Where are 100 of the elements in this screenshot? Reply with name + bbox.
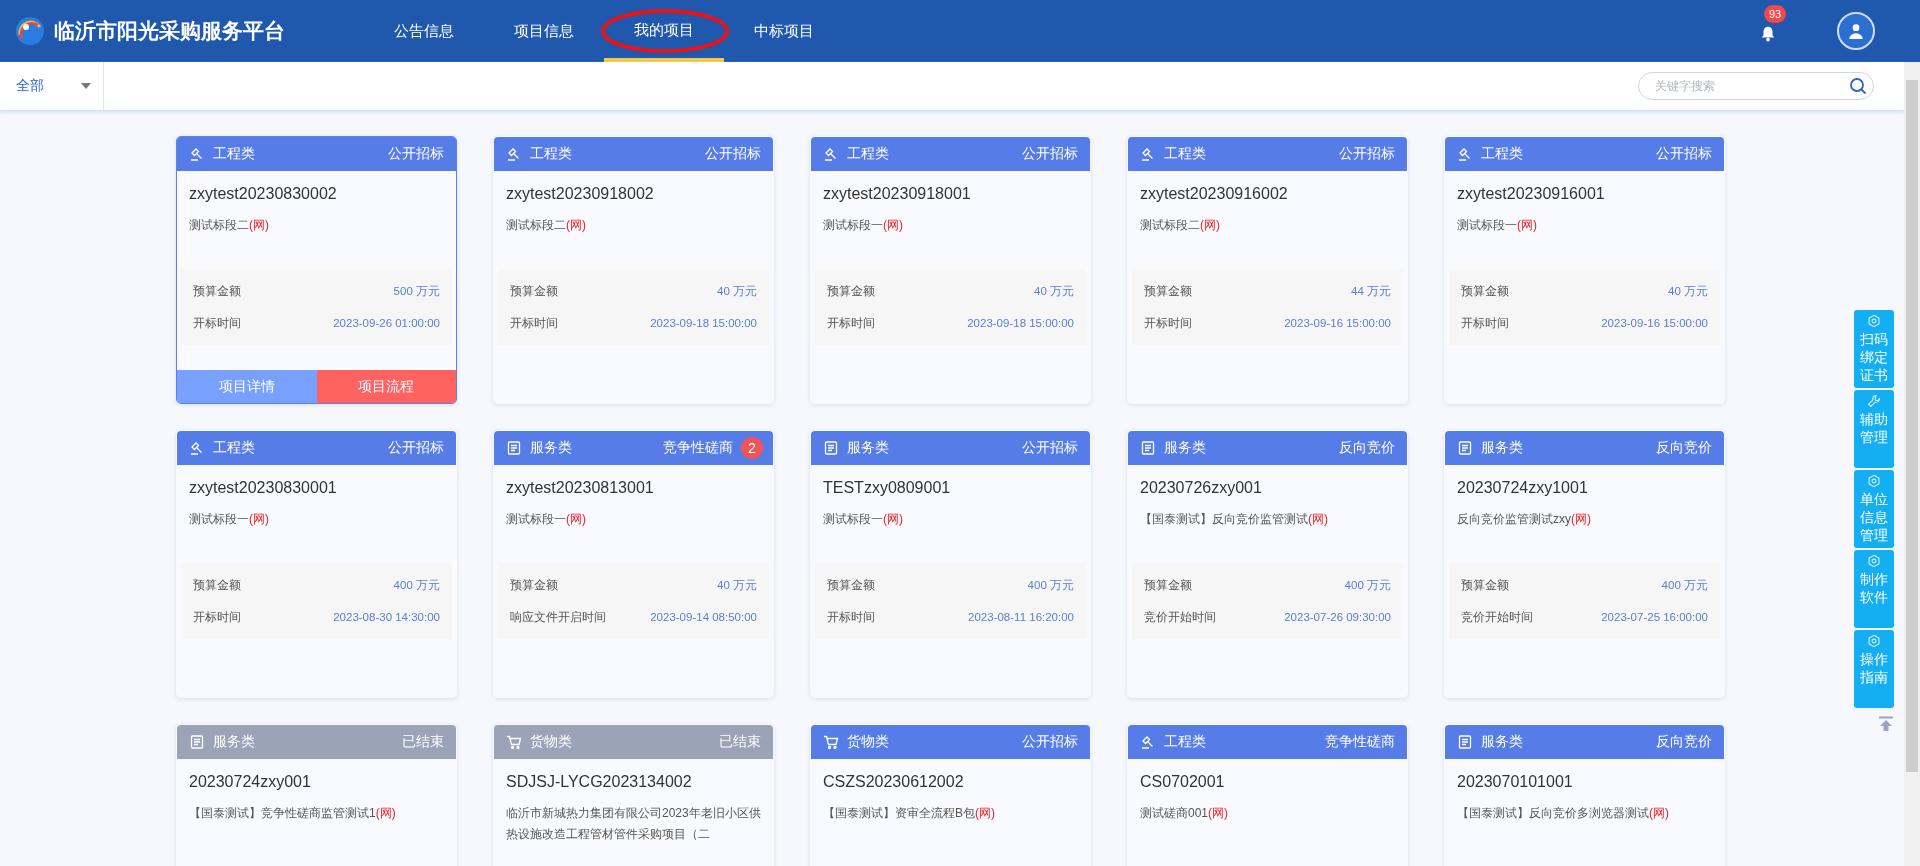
method-label: 公开招标 xyxy=(388,439,444,457)
search-field[interactable]: 关键字搜索 xyxy=(1638,72,1874,100)
project-code: zxytest20230916002 xyxy=(1140,185,1289,203)
field-label: 开标时间 xyxy=(510,315,558,331)
project-card[interactable]: 服务类 公开招标 TESTzxy0809001 测试标段一(网) 预算金额 400 万元 开标时间 2023-08-11 16:20:00 xyxy=(810,430,1091,698)
lot-name: 【国泰测试】反向竞价多浏览器测试(网) xyxy=(1457,806,1669,820)
field-value: 40 万元 xyxy=(1034,283,1074,299)
nav-tab[interactable]: 项目信息 xyxy=(484,0,604,62)
field-label: 竞价开始时间 xyxy=(1144,609,1216,625)
field-label: 开标时间 xyxy=(193,315,241,331)
document-icon xyxy=(1140,440,1156,456)
project-card[interactable]: 工程类 公开招标 zxytest20230918002 测试标段二(网) 预算金额 40 万元 开标时间 2023-09-18 15:00:00 xyxy=(493,136,774,404)
project-code: zxytest20230918001 xyxy=(823,185,972,203)
field-label: 预算金额 xyxy=(827,283,875,299)
lot-name: 【国泰测试】竞争性磋商监管测试1(网) xyxy=(189,806,396,820)
field-value: 2023-08-11 16:20:00 xyxy=(968,611,1074,623)
field-value: 44 万元 xyxy=(1351,283,1391,299)
lot-name: 测试磋商001(网) xyxy=(1140,806,1229,820)
project-code: SDJSJ-LYCG2023134002 xyxy=(506,773,693,791)
project-code: CS0702001 xyxy=(1140,773,1226,791)
field-value: 400 万元 xyxy=(1027,577,1074,593)
lot-name: 【国泰测试】反向竞价监管测试(网) xyxy=(1140,512,1328,526)
method-label: 竞争性磋商 xyxy=(1325,733,1395,751)
field-label: 预算金额 xyxy=(1144,283,1192,299)
search-icon[interactable] xyxy=(1849,77,1867,95)
document-icon xyxy=(1457,440,1473,456)
category-label: 工程类 xyxy=(530,145,572,163)
project-code: zxytest20230813001 xyxy=(506,479,655,497)
category-label: 货物类 xyxy=(530,733,572,751)
project-card[interactable]: 工程类 公开招标 zxytest20230918001 测试标段一(网) 预算金额 40 万元 开标时间 2023-09-18 15:00:00 xyxy=(810,136,1091,404)
gear-icon xyxy=(1867,314,1881,328)
lot-name: 测试标段一(网) xyxy=(189,512,269,526)
method-label: 已结束 xyxy=(402,733,444,751)
project-card[interactable]: 货物类 已结束 SDJSJ-LYCG2023134002 临沂市新城热力集团有限公司2023年老旧小区供热设施改造工程管材管件采购项目（二 xyxy=(493,724,774,866)
scrollbar[interactable] xyxy=(1904,62,1920,866)
field-label: 预算金额 xyxy=(1144,577,1192,593)
field-label: 开标时间 xyxy=(1461,315,1509,331)
project-card[interactable]: 服务类 反向竞价 20230724zxy1001 反向竞价监管测试zxy(网) 预算金额 400 万元 竞价开始时间 2023-07-25 16:00:00 xyxy=(1444,430,1725,698)
method-label: 公开招标 xyxy=(1339,145,1395,163)
project-card[interactable]: 服务类 反向竞价 2023070101001 【国泰测试】反向竞价多浏览器测试(网) xyxy=(1444,724,1725,866)
field-label: 开标时间 xyxy=(827,609,875,625)
project-code: TESTzxy0809001 xyxy=(823,479,952,497)
field-label: 竞价开始时间 xyxy=(1461,609,1533,625)
field-value: 2023-09-14 08:50:00 xyxy=(650,611,757,623)
gear-icon xyxy=(1867,474,1881,488)
project-card[interactable]: 货物类 公开招标 CSZS20230612002 【国泰测试】资审全流程B包(网) xyxy=(810,724,1091,866)
document-icon xyxy=(1457,734,1473,750)
caret-icon[interactable] xyxy=(81,83,91,89)
project-card[interactable]: 工程类 竞争性磋商 CS0702001 测试磋商001(网) xyxy=(1127,724,1408,866)
field-value: 400 万元 xyxy=(1344,577,1391,593)
lot-name: 测试标段一(网) xyxy=(1457,218,1537,232)
method-label: 公开招标 xyxy=(1022,733,1078,751)
gear-icon xyxy=(1867,554,1881,568)
lot-name: 反向竞价监管测试zxy(网) xyxy=(1457,512,1591,526)
project-card[interactable]: 服务类 反向竞价 20230726zxy001 【国泰测试】反向竞价监管测试(网) 预算金额 400 万元 竞价开始时间 2023-07-26 09:30:00 xyxy=(1127,430,1408,698)
field-value: 2023-09-18 15:00:00 xyxy=(650,317,757,329)
method-label: 已结束 xyxy=(719,733,761,751)
lot-name: 测试标段二(网) xyxy=(506,218,586,232)
nav-tab[interactable]: 公告信息 xyxy=(364,0,484,62)
bell-icon[interactable] xyxy=(1759,25,1777,43)
category-label: 服务类 xyxy=(847,439,889,457)
field-value: 2023-08-30 14:30:00 xyxy=(333,611,440,623)
field-label: 预算金额 xyxy=(510,577,558,593)
category-label: 服务类 xyxy=(1481,439,1523,457)
project-code: zxytest20230916001 xyxy=(1457,185,1606,203)
project-card[interactable]: 服务类 已结束 20230724zxy001 【国泰测试】竞争性磋商监管测试1(网) xyxy=(176,724,457,866)
category-dropdown[interactable]: 全部 xyxy=(0,62,104,110)
lot-name: 测试标段二(网) xyxy=(189,218,269,232)
project-card[interactable]: 服务类 竞争性磋商 2 zxytest20230813001 测试标段一(网) 预算金额 40 万元 响应文件开启时间 2023-09-14 08:50:00 xyxy=(493,430,774,698)
notification-count: 93 xyxy=(1764,5,1787,23)
method-label: 公开招标 xyxy=(1022,145,1078,163)
method-label: 竞争性磋商 xyxy=(663,439,733,457)
field-value: 2023-09-16 15:00:00 xyxy=(1284,317,1391,329)
project-card[interactable]: 工程类 公开招标 zxytest20230916002 测试标段二(网) 预算金额 44 万元 开标时间 2023-09-16 15:00:00 xyxy=(1127,136,1408,404)
count-badge: 2 xyxy=(741,437,763,459)
method-label: 公开招标 xyxy=(705,145,761,163)
category-label: 服务类 xyxy=(1481,733,1523,751)
category-label: 工程类 xyxy=(1481,145,1523,163)
field-value: 40 万元 xyxy=(1668,283,1708,299)
field-label: 预算金额 xyxy=(510,283,558,299)
category-label: 工程类 xyxy=(213,145,255,163)
method-label: 反向竞价 xyxy=(1339,439,1395,457)
method-label: 公开招标 xyxy=(1656,145,1712,163)
project-card[interactable]: 工程类 公开招标 zxytest20230830001 测试标段一(网) 预算金额 400 万元 开标时间 2023-08-30 14:30:00 xyxy=(176,430,457,698)
lot-name: 临沂市新城热力集团有限公司2023年老旧小区供热设施改造工程管材管件采购项目（二 xyxy=(506,806,761,841)
project-card[interactable]: 工程类 公开招标 zxytest20230916001 测试标段一(网) 预算金额 40 万元 开标时间 2023-09-16 15:00:00 xyxy=(1444,136,1725,404)
category-label: 工程类 xyxy=(1164,733,1206,751)
avatar-icon[interactable] xyxy=(1837,12,1875,50)
category-label: 工程类 xyxy=(847,145,889,163)
lot-name: 测试标段二(网) xyxy=(1140,218,1220,232)
category-label: 货物类 xyxy=(847,733,889,751)
field-label: 响应文件开启时间 xyxy=(510,609,606,625)
project-code: zxytest20230830001 xyxy=(189,479,338,497)
logo-icon xyxy=(14,15,46,47)
field-label: 预算金额 xyxy=(827,577,875,593)
field-value: 2023-09-26 01:00:00 xyxy=(333,317,440,329)
document-icon xyxy=(189,734,205,750)
wrench-icon xyxy=(1867,394,1881,408)
nav-tab[interactable]: 中标项目 xyxy=(724,0,844,62)
field-label: 开标时间 xyxy=(1144,315,1192,331)
